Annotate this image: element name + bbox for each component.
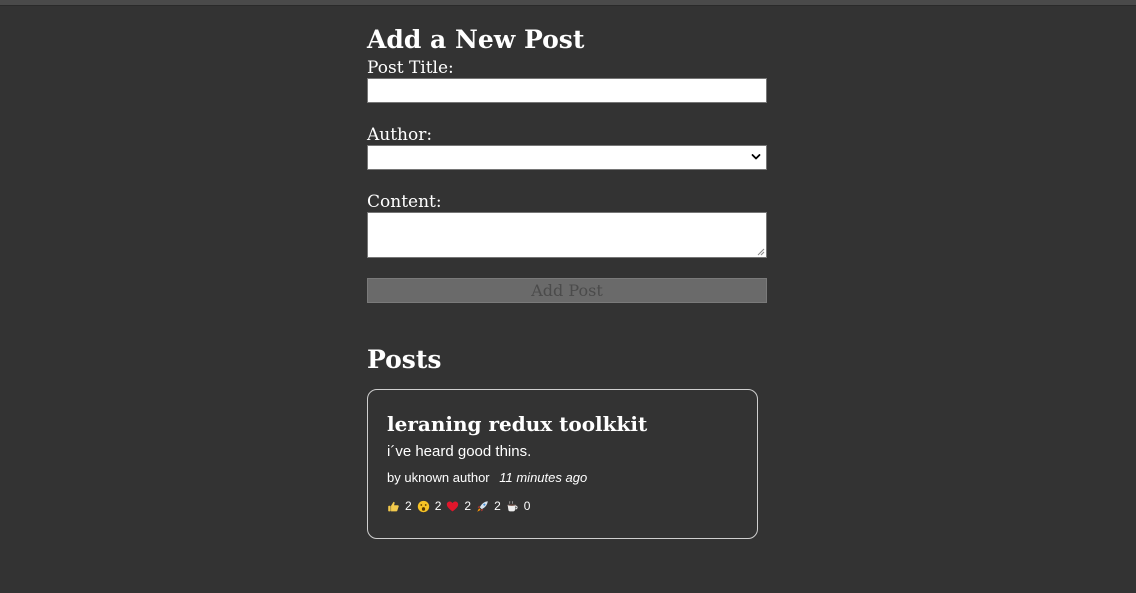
add-post-button[interactable]: Add Post [367, 278, 767, 303]
thumbs-up-icon [388, 501, 399, 511]
posts-section: Posts leraning redux toolkkit i´ve heard… [367, 342, 767, 539]
content-label: Content: [367, 192, 442, 212]
post-card: leraning redux toolkkit i´ve heard good … [367, 389, 758, 539]
post-title: leraning redux toolkkit [387, 412, 648, 436]
author-select[interactable] [367, 145, 767, 170]
reaction-count: 2 [494, 499, 501, 513]
coffee-icon [507, 500, 518, 511]
post-content-textarea[interactable] [367, 212, 767, 258]
wow-face-icon [417, 500, 429, 512]
posts-heading: Posts [367, 345, 442, 374]
reaction-thumbs-up-button[interactable]: 2 [387, 499, 412, 513]
resize-handle-icon[interactable] [757, 248, 765, 256]
post-meta: by uknown author 11 minutes ago [387, 469, 738, 487]
reaction-rocket-button[interactable]: 2 [476, 499, 501, 513]
post-title-input[interactable] [367, 78, 767, 103]
reaction-buttons: 2 2 2 2 0 [387, 499, 738, 513]
reaction-count: 2 [405, 499, 412, 513]
reaction-coffee-button[interactable]: 0 [506, 499, 531, 513]
browser-top-edge [0, 0, 1136, 6]
add-post-form-section: Add a New Post Post Title: Author: Conte… [367, 22, 767, 303]
reaction-wow-button[interactable]: 2 [417, 499, 442, 513]
reaction-count: 2 [464, 499, 472, 513]
post-excerpt: i´ve heard good thins. [387, 443, 532, 460]
heart-icon [447, 500, 459, 511]
author-label: Author: [367, 125, 433, 145]
post-timestamp: 11 minutes ago [499, 470, 588, 485]
chevron-down-icon [751, 154, 761, 160]
reaction-count: 2 [434, 499, 442, 513]
reaction-heart-button[interactable]: 2 [446, 499, 471, 513]
add-post-heading: Add a New Post [367, 25, 585, 54]
reaction-count: 0 [523, 499, 531, 513]
post-author: by uknown author [387, 470, 490, 485]
post-title-label: Post Title: [367, 58, 454, 78]
rocket-icon [477, 500, 488, 512]
